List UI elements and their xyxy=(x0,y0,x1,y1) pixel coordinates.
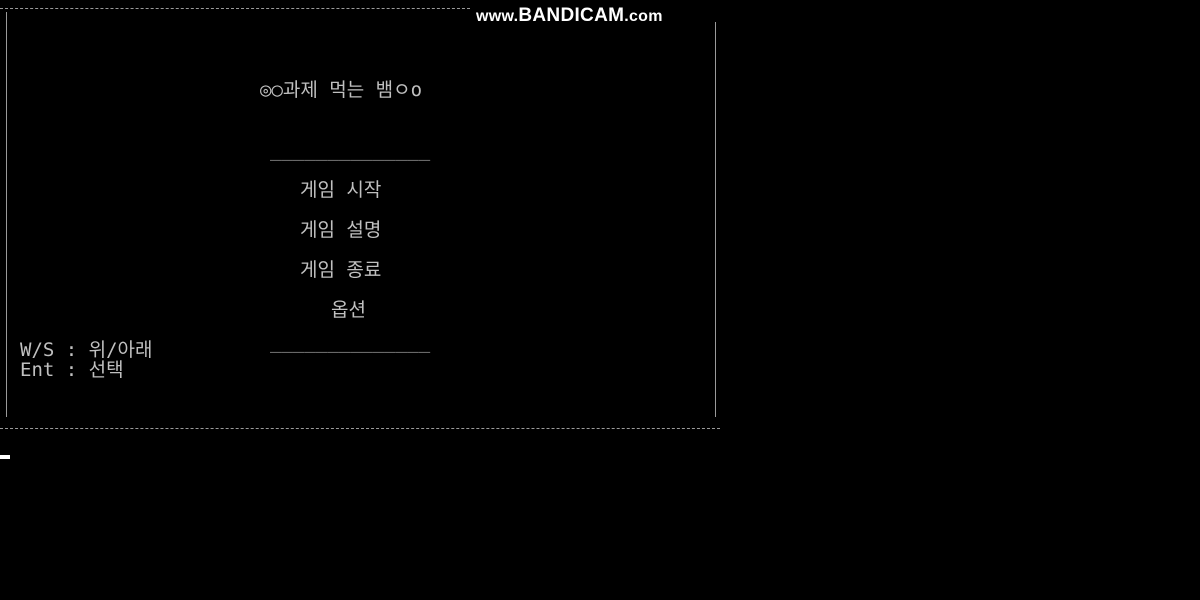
controls-move-hint: W/S : 위/아래 xyxy=(20,339,153,361)
bandicam-watermark: www.BANDICAM.com xyxy=(476,5,663,27)
menu-item-quit-game[interactable]: 게임 종료 xyxy=(300,260,381,280)
menu-divider-bottom: ______________ xyxy=(270,331,431,353)
watermark-brand: BANDICAM xyxy=(518,5,625,26)
watermark-prefix: www. xyxy=(476,8,519,25)
controls-select-hint: Ent : 선택 xyxy=(20,359,124,381)
menu-divider-top: ______________ xyxy=(270,139,431,161)
frame-left-border xyxy=(6,12,7,417)
console-cursor xyxy=(0,455,10,459)
menu-item-options[interactable]: 옵션 xyxy=(331,300,366,320)
frame-bottom-border xyxy=(0,428,720,429)
watermark-suffix: .com xyxy=(624,8,663,25)
menu-item-game-help[interactable]: 게임 설명 xyxy=(300,220,381,240)
menu-item-start-game[interactable]: 게임 시작 xyxy=(300,180,381,200)
frame-top-border xyxy=(0,8,470,9)
frame-right-border xyxy=(715,22,716,417)
game-title: ◎○과제 먹는 뱀ㅇo xyxy=(260,79,423,101)
